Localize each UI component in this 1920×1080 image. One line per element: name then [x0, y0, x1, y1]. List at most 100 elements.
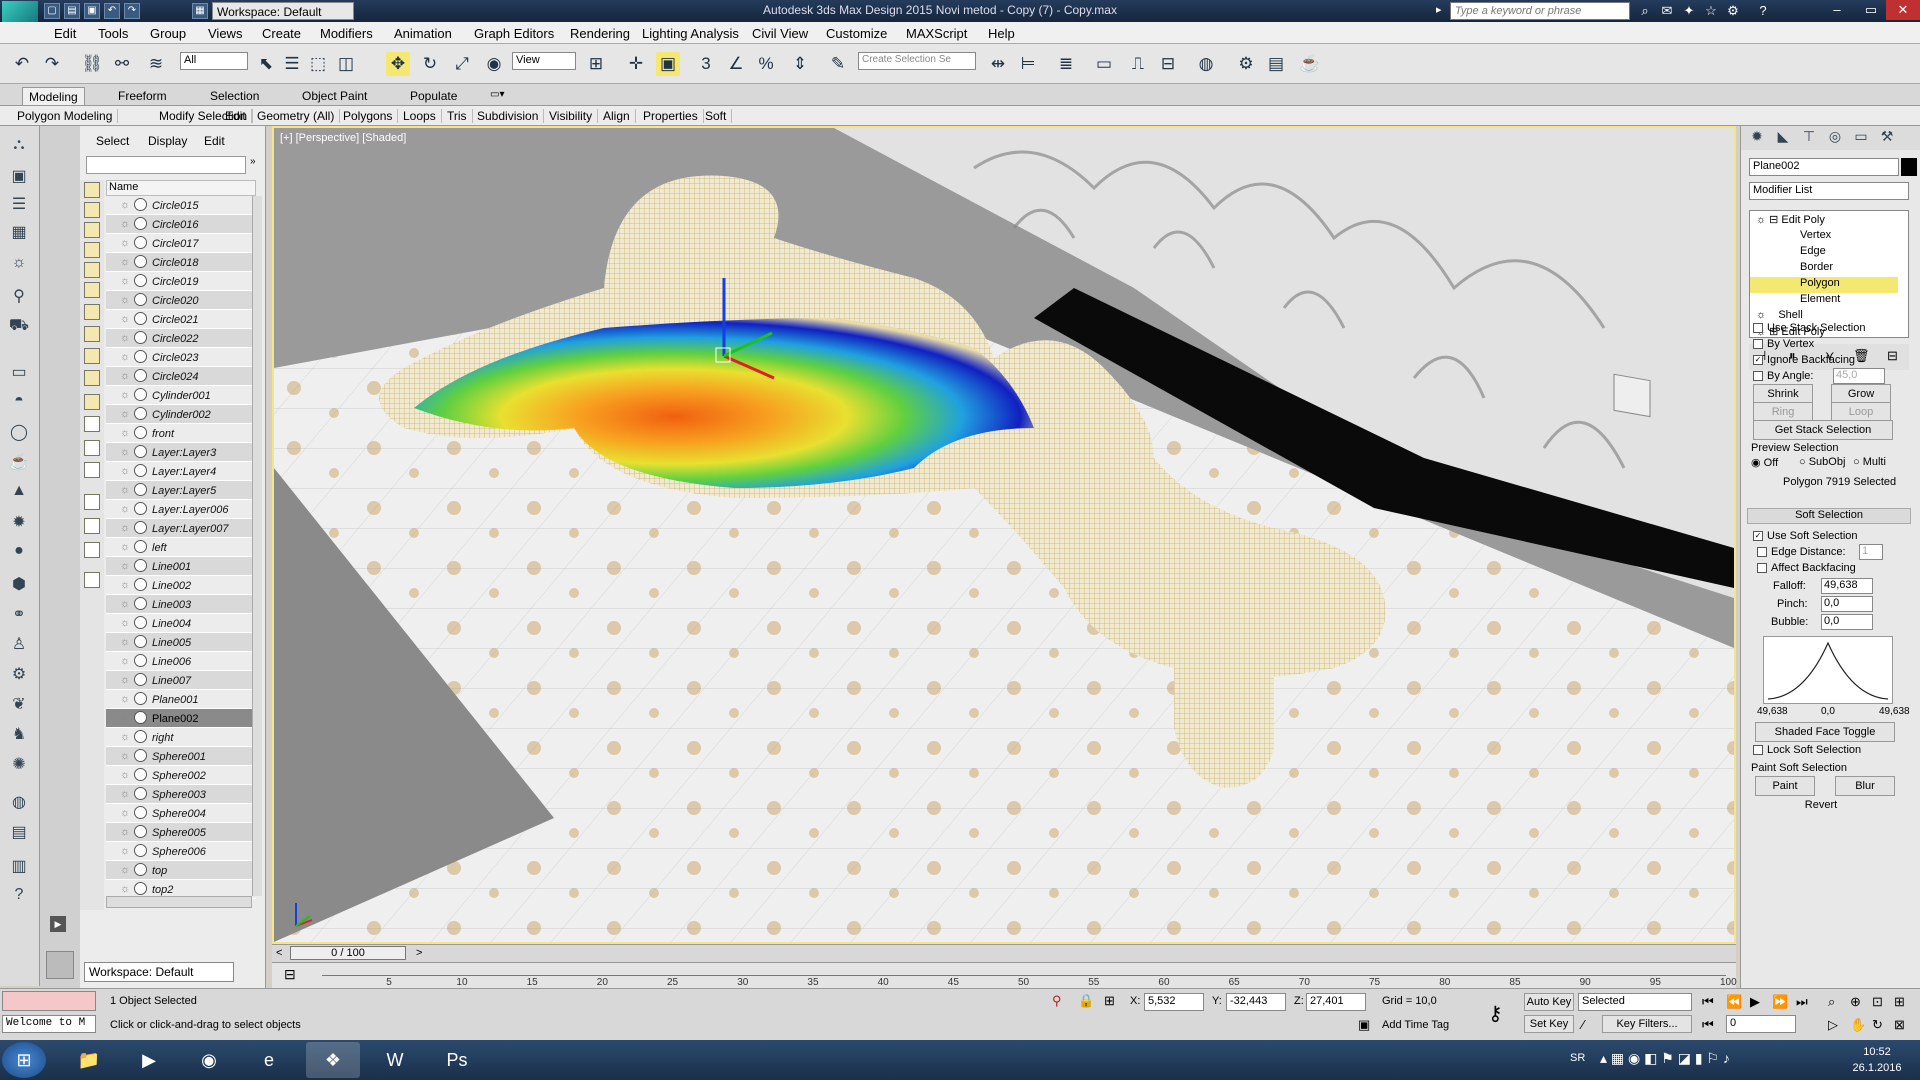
mini-curve-editor-icon[interactable]: ⊟	[284, 966, 296, 983]
freeze-icon[interactable]	[134, 578, 147, 591]
freeze-icon[interactable]	[134, 369, 147, 382]
close-button[interactable]: ✕	[1886, 0, 1920, 20]
window-crossing-icon[interactable]: ◫	[334, 52, 358, 76]
bulb-icon[interactable]: ☼	[120, 446, 130, 458]
list-item[interactable]: ☼ Cylinder001	[106, 386, 256, 405]
panel-properties[interactable]: Properties	[638, 109, 704, 123]
spacewarp-filter-icon[interactable]	[84, 304, 100, 320]
zoom-extents-all-icon[interactable]: ⊞	[1894, 994, 1905, 1010]
key-mode-toggle-icon[interactable]: ⏮	[1702, 1017, 1714, 1033]
tab-modeling[interactable]: Modeling	[22, 87, 85, 105]
list-item[interactable]: ☼ Sphere004	[106, 804, 256, 823]
display-none-icon[interactable]	[84, 182, 100, 198]
set-key-button[interactable]: Set Key	[1524, 1015, 1574, 1033]
panel-loops[interactable]: Loops	[398, 109, 442, 123]
list-item[interactable]: ☼ Plane001	[106, 690, 256, 709]
get-stack-selection-button[interactable]: Get Stack Selection	[1753, 420, 1893, 440]
freeze-icon[interactable]	[134, 882, 147, 895]
rendered-frame-icon[interactable]: ▤	[1264, 52, 1288, 76]
tab-selection[interactable]: Selection	[204, 87, 265, 105]
torus-icon[interactable]: ◯	[6, 422, 32, 446]
align-icon[interactable]: ⊨	[1016, 52, 1040, 76]
ignore-backfacing-checkbox[interactable]: ✓ Ignore Backfacing	[1753, 354, 1855, 366]
cone-icon[interactable]: ▲	[6, 482, 32, 506]
list-item[interactable]: ☼ Line005	[106, 633, 256, 652]
language-indicator[interactable]: SR	[1570, 1052, 1585, 1064]
freeze-icon[interactable]	[134, 388, 147, 401]
freeze-icon[interactable]	[134, 730, 147, 743]
link-icon[interactable]: ⛓	[80, 52, 104, 76]
list-item[interactable]: ☼ Sphere005	[106, 823, 256, 842]
tray-icons[interactable]: ▴ ▦ ◉ ◧ ⚑ ◪ ▮ ⚐ ♪	[1600, 1050, 1730, 1067]
bubble-spinner[interactable]: 0,0	[1821, 614, 1873, 630]
menu-create[interactable]: Create	[262, 26, 301, 41]
bulb-icon[interactable]: ☼	[120, 560, 130, 572]
stack-item-edit-poly[interactable]: ☼ ⊟ Edit Poly	[1750, 213, 1898, 229]
shrink-button[interactable]: Shrink	[1753, 384, 1813, 404]
freeze-icon[interactable]	[134, 521, 147, 534]
list-item[interactable]: ☼ Line007	[106, 671, 256, 690]
monitor-icon[interactable]: ▣	[6, 166, 32, 190]
material-editor-icon[interactable]: ◍	[1194, 52, 1218, 76]
edit-named-selection-icon[interactable]: ✎	[826, 52, 850, 76]
preview-subobj-radio[interactable]: ○ SubObj	[1799, 456, 1845, 468]
hidden-filter-icon[interactable]	[84, 440, 100, 456]
maxscript-listener[interactable]: Welcome to M	[2, 1015, 96, 1033]
calculator-icon[interactable]: ▤	[6, 822, 32, 846]
column-header-name[interactable]: Name	[106, 180, 256, 196]
current-frame-field[interactable]: 0	[1726, 1015, 1796, 1033]
maximize-button[interactable]: ▭	[1854, 0, 1888, 20]
bulb-icon[interactable]: ☼	[1756, 309, 1778, 321]
sphere-icon[interactable]: ●	[6, 542, 32, 566]
pivot-center-icon[interactable]: ⊞	[584, 52, 608, 76]
system-clock[interactable]: 10:52 26.1.2016	[1842, 1044, 1912, 1076]
pan-icon[interactable]: ✋	[1850, 1017, 1866, 1033]
list-item[interactable]: ☼ Cylinder002	[106, 405, 256, 424]
bulb-icon[interactable]: ☼	[120, 256, 130, 268]
rectangular-selection-icon[interactable]: ⬚	[306, 52, 330, 76]
book-icon[interactable]: ▥	[6, 856, 32, 880]
sync-icon[interactable]: ⚙	[1724, 3, 1742, 19]
list-item[interactable]: ☼ Circle017	[106, 234, 256, 253]
freeze-icon[interactable]	[134, 635, 147, 648]
freeze-icon[interactable]	[134, 426, 147, 439]
list-item[interactable]: ☼ Layer:Layer4	[106, 462, 256, 481]
lock-icon[interactable]	[84, 572, 100, 588]
freeze-icon[interactable]	[134, 673, 147, 686]
freeze-icon[interactable]	[134, 331, 147, 344]
panel-polygon-modeling[interactable]: Polygon Modeling	[12, 109, 119, 123]
explorer-hscrollbar[interactable]	[106, 896, 252, 908]
bulb-icon[interactable]: ☼	[120, 769, 130, 781]
by-angle-checkbox[interactable]: By Angle:	[1753, 370, 1813, 382]
menu-help[interactable]: Help	[988, 26, 1015, 41]
bulb-icon[interactable]: ☼	[120, 712, 130, 724]
affect-backfacing-checkbox[interactable]: Affect Backfacing	[1757, 562, 1856, 574]
falloff-spinner[interactable]: 49,638	[1821, 578, 1873, 594]
list-item[interactable]: ☼ Layer:Layer006	[106, 500, 256, 519]
auto-key-button[interactable]: Auto Key	[1524, 993, 1574, 1011]
panel-tris[interactable]: Tris	[442, 109, 473, 123]
soft-selection-rollout-header[interactable]: Soft Selection	[1747, 508, 1911, 524]
expand-icon[interactable]: »	[250, 156, 256, 167]
bulb-icon[interactable]: ☼ ⊟	[1756, 214, 1781, 226]
plant-icon[interactable]: ❦	[6, 694, 32, 718]
list-item[interactable]: ☼ Line003	[106, 595, 256, 614]
panel-edit[interactable]: Edit	[220, 109, 252, 123]
binoculars-icon[interactable]: ⌕	[1636, 3, 1654, 19]
teapot-icon[interactable]: ☕	[6, 452, 32, 476]
bulb-icon[interactable]: ☼	[120, 503, 130, 515]
zoom-extents-icon[interactable]: ⊡	[1872, 994, 1883, 1010]
list-item[interactable]: ☼ Sphere002	[106, 766, 256, 785]
favorites-icon[interactable]: ☆	[1702, 3, 1720, 19]
bulb-icon[interactable]: ☼	[120, 351, 130, 363]
menu-views[interactable]: Views	[208, 26, 242, 41]
light-filter-icon[interactable]	[84, 242, 100, 258]
list-icon[interactable]: ☰	[6, 194, 32, 218]
x-coordinate-field[interactable]: 5,532	[1144, 993, 1204, 1011]
list-item[interactable]: ☼ Layer:Layer5	[106, 481, 256, 500]
rotate-icon[interactable]: ↻	[418, 52, 442, 76]
scene-icon[interactable]: ⛬	[6, 136, 32, 160]
freeze-icon[interactable]	[134, 198, 147, 211]
hierarchy-tab-icon[interactable]: ⊤	[1797, 128, 1821, 148]
globe-icon[interactable]: ◍	[6, 792, 32, 816]
